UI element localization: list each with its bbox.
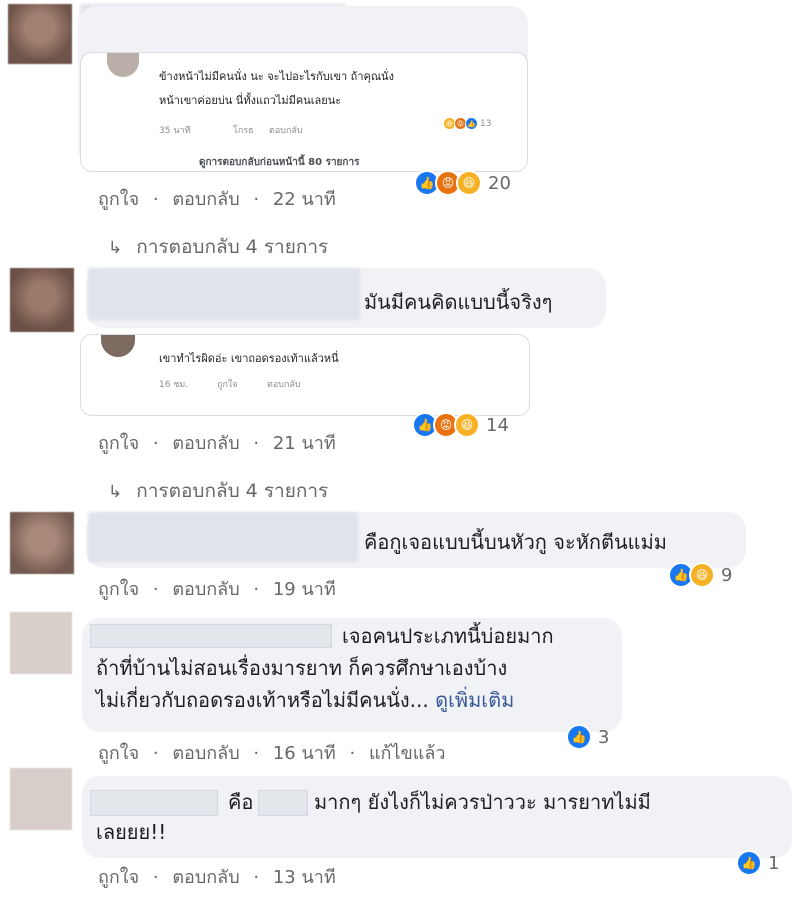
reaction-count: 9 — [721, 564, 733, 586]
reply-link[interactable]: ตอบกลับ — [172, 189, 239, 210]
quoted-reactions: 😆 😡 👍 13 — [443, 117, 491, 130]
replies-label: การตอบกลับ 4 รายการ — [136, 236, 329, 258]
comment-actions: ถูกใจ · ตอบกลับ · 13 นาที — [98, 862, 336, 891]
comment-text-line: เจอคนประเภทนี้บ่อยมาก — [342, 624, 554, 648]
timestamp[interactable]: 21 นาที — [273, 433, 336, 454]
quoted-reply-link[interactable]: ตอบกลับ — [267, 377, 301, 391]
like-link[interactable]: ถูกใจ — [98, 743, 139, 764]
quoted-comment-card: เขาทำไรผิดอ่ะ เขาถอดรองเท้าแล้วหนี่ 16 ช… — [80, 334, 530, 416]
reaction-summary[interactable]: 👍 😡 😆 20 — [414, 170, 511, 196]
separator: · — [152, 867, 159, 888]
like-link[interactable]: ถูกใจ — [98, 189, 139, 210]
reply-link[interactable]: ตอบกลับ — [172, 433, 239, 454]
quoted-avatar — [101, 335, 135, 357]
like-icon: 👍 — [566, 724, 592, 750]
quoted-text-line: ข้างหน้าไม่มีคนนั่ง นะ จะไปอะไรกับเขา ถ้… — [159, 70, 394, 83]
separator: · — [253, 189, 260, 210]
quoted-text-line: เขาทำไรผิดอ่ะ เขาถอดรองเท้าแล้วหนี่ — [159, 352, 339, 365]
reply-link[interactable]: ตอบกลับ — [172, 579, 239, 600]
comment-text-word: คือ — [228, 790, 254, 814]
reply-arrow-icon: ↳ — [108, 238, 123, 258]
view-replies-link[interactable]: ↳ การตอบกลับ 4 รายการ — [108, 476, 328, 506]
reaction-count: 1 — [768, 852, 780, 874]
replies-label: การตอบกลับ 4 รายการ — [136, 480, 329, 502]
haha-icon: 😆 — [454, 412, 480, 438]
comment-actions: ถูกใจ · ตอบกลับ · 16 นาที · แก้ไขแล้ว — [98, 738, 446, 767]
view-previous-replies[interactable]: ดูการตอบกลับก่อนหน้านี้ 80 รายการ — [199, 155, 359, 170]
reaction-count: 3 — [598, 726, 610, 748]
comment-text-line: ไม่เกี่ยวกับถอดรองเท้าหรือไม่มีคนนั่ง...… — [96, 686, 514, 714]
redacted-name — [90, 790, 218, 816]
like-link[interactable]: ถูกใจ — [98, 579, 139, 600]
reply-link[interactable]: ตอบกลับ — [172, 867, 239, 888]
like-link[interactable]: ถูกใจ — [98, 867, 139, 888]
avatar[interactable] — [10, 768, 72, 830]
haha-icon: 😆 — [689, 562, 715, 588]
avatar[interactable] — [10, 612, 72, 674]
like-icon: 👍 — [465, 117, 478, 130]
quoted-time: 16 ชม. — [159, 380, 189, 390]
blurred-name — [88, 268, 360, 320]
quoted-reaction-count: 13 — [480, 118, 492, 129]
separator: · — [152, 579, 159, 600]
comment-actions: ถูกใจ · ตอบกลับ · 22 นาที — [98, 184, 336, 213]
comment-text: คือกูเจอแบบนี้บนหัวกู จะหักตีนแม่ม — [364, 530, 667, 554]
quoted-like-link[interactable]: ถูกใจ — [217, 377, 238, 391]
quoted-comment-card: ข้างหน้าไม่มีคนนั่ง นะ จะไปอะไรกับเขา ถ้… — [80, 52, 528, 172]
comment-text-line: เลยยย!! — [96, 820, 167, 844]
comment-text-line: ถ้าที่บ้านไม่สอนเรื่องมารยาท ก็ควรศึกษาเ… — [96, 656, 508, 680]
reaction-count: 14 — [486, 414, 509, 436]
like-link[interactable]: ถูกใจ — [98, 433, 139, 454]
avatar[interactable] — [8, 4, 72, 64]
reaction-summary[interactable]: 👍 3 — [566, 724, 609, 750]
separator: · — [152, 433, 159, 454]
reaction-count: 20 — [488, 172, 511, 194]
separator: · — [152, 743, 159, 764]
blurred-name — [88, 512, 358, 562]
timestamp[interactable]: 16 นาที — [273, 743, 336, 764]
avatar[interactable] — [10, 512, 74, 574]
separator: · — [253, 867, 260, 888]
comment-text-line: มากๆ ยังไงก็ไม่ควรป่าววะ มารยาทไม่มี — [314, 790, 651, 814]
view-replies-link[interactable]: ↳ การตอบกลับ 4 รายการ — [108, 232, 328, 262]
reaction-summary[interactable]: 👍 1 — [736, 850, 779, 876]
timestamp[interactable]: 13 นาที — [273, 867, 336, 888]
comment-actions: ถูกใจ · ตอบกลับ · 19 นาที — [98, 574, 336, 603]
reaction-summary[interactable]: 👍 😆 9 — [668, 562, 732, 588]
reply-arrow-icon: ↳ — [108, 482, 123, 502]
edited-label[interactable]: แก้ไขแล้ว — [369, 743, 446, 764]
timestamp[interactable]: 19 นาที — [273, 579, 336, 600]
separator: · — [253, 433, 260, 454]
reply-link[interactable]: ตอบกลับ — [172, 743, 239, 764]
separator: · — [253, 743, 260, 764]
comment-text: มันมีคนคิดแบบนี้จริงๆ — [364, 290, 553, 314]
timestamp[interactable]: 22 นาที — [273, 189, 336, 210]
redacted-word — [258, 790, 308, 816]
separator: · — [253, 579, 260, 600]
comment-actions: ถูกใจ · ตอบกลับ · 21 นาที — [98, 428, 336, 457]
separator: · — [152, 189, 159, 210]
quoted-text-line: หน้าเขาค่อยบ่น นี่ทั้งแถวไม่มีคนเลยนะ — [159, 94, 342, 107]
see-more-link[interactable]: ดูเพิ่มเติม — [435, 688, 514, 712]
like-icon: 👍 — [736, 850, 762, 876]
separator: · — [349, 743, 356, 764]
reaction-summary[interactable]: 👍 😡 😆 14 — [412, 412, 509, 438]
haha-icon: 😆 — [456, 170, 482, 196]
quoted-reply-link[interactable]: ตอบกลับ — [269, 123, 303, 137]
quoted-time: 35 นาที — [159, 126, 191, 136]
quoted-like-link[interactable]: โกรธ — [233, 123, 254, 137]
quoted-avatar — [107, 53, 139, 77]
comment-text-fragment: ไม่เกี่ยวกับถอดรองเท้าหรือไม่มีคนนั่ง... — [96, 688, 429, 712]
redacted-name — [90, 624, 332, 648]
avatar[interactable] — [10, 268, 74, 332]
